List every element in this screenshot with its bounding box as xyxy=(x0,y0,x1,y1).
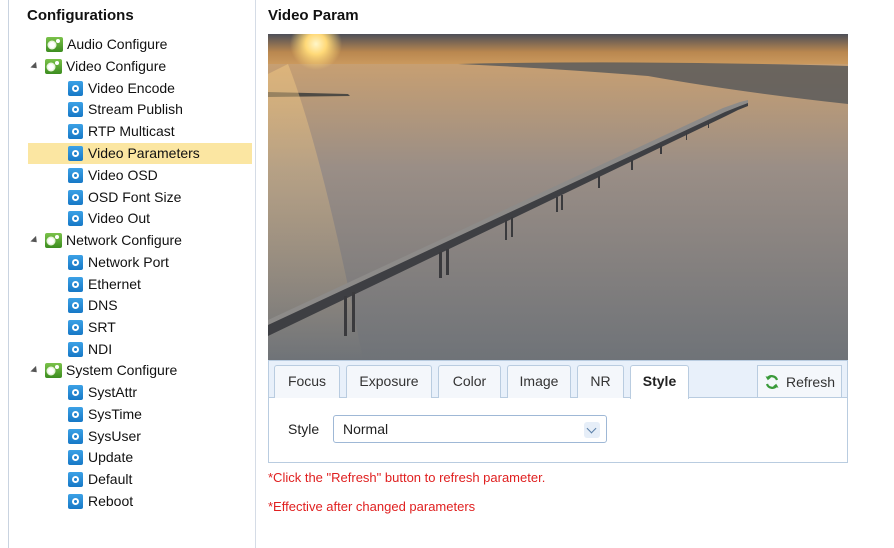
tree-item-label: Network Configure xyxy=(66,232,182,248)
refresh-label: Refresh xyxy=(785,373,836,390)
gear-icon xyxy=(68,255,83,270)
gear-icon xyxy=(68,124,83,139)
tree-item-label: Video Out xyxy=(88,210,151,226)
tree-item-systattr[interactable]: SystAttr xyxy=(68,382,137,403)
tree-item-systime[interactable]: SysTime xyxy=(68,404,142,425)
tree-item-label: Video Parameters xyxy=(88,145,200,161)
gear-group-icon xyxy=(45,363,62,378)
sidebar-title: Configurations xyxy=(27,7,134,24)
tree-item-video-configure[interactable]: Video Configure xyxy=(30,56,167,77)
tree-item-label: Reboot xyxy=(88,493,134,509)
gear-icon xyxy=(68,277,83,292)
config-sidebar: Configurations Audio Configure Video Con… xyxy=(9,0,255,548)
tree-item-label: Stream Publish xyxy=(88,101,183,117)
tree-item-video-out[interactable]: Video Out xyxy=(68,208,150,229)
tree-item-label: SRT xyxy=(88,319,116,335)
gear-group-icon xyxy=(45,59,62,74)
style-field-label: Style xyxy=(288,421,320,437)
gear-icon xyxy=(68,342,83,357)
gear-icon xyxy=(68,385,83,400)
gear-icon xyxy=(68,494,83,509)
tree-item-video-parameters[interactable]: Video Parameters xyxy=(28,143,252,164)
gear-icon xyxy=(68,429,83,444)
tree-item-label: SysTime xyxy=(88,406,142,422)
gear-icon xyxy=(68,407,83,422)
tree-item-sysuser[interactable]: SysUser xyxy=(68,426,141,447)
tab-nr[interactable]: NR xyxy=(577,365,624,398)
tree-item-audio-configure[interactable]: Audio Configure xyxy=(46,34,167,55)
tree-item-label: DNS xyxy=(88,297,118,313)
tab-style[interactable]: Style xyxy=(630,365,689,399)
tree-item-ethernet[interactable]: Ethernet xyxy=(68,274,141,295)
tree-item-label: Network Port xyxy=(88,254,169,270)
tab-exposure[interactable]: Exposure xyxy=(346,365,432,398)
chevron-down-icon[interactable] xyxy=(584,422,600,438)
tree-item-network-port[interactable]: Network Port xyxy=(68,252,169,273)
tree-item-dns[interactable]: DNS xyxy=(68,295,118,316)
gear-group-icon xyxy=(46,37,63,52)
param-tab-panel: Focus Exposure Color Image NR Style Refr… xyxy=(268,360,848,463)
refresh-icon xyxy=(765,374,779,389)
tree-item-label: OSD Font Size xyxy=(88,189,182,205)
style-select-value: Normal xyxy=(343,421,389,437)
tab-focus[interactable]: Focus xyxy=(274,365,340,398)
gear-icon xyxy=(68,190,83,205)
gear-icon xyxy=(68,102,83,117)
tree-item-system-configure[interactable]: System Configure xyxy=(30,360,178,381)
tree-item-osd-font-size[interactable]: OSD Font Size xyxy=(68,187,181,208)
tree-item-label: NDI xyxy=(88,341,113,357)
page-title: Video Param xyxy=(268,7,359,24)
tree-item-label: Video Configure xyxy=(66,58,167,74)
tree-item-label: SystAttr xyxy=(88,384,138,400)
gear-icon xyxy=(68,168,83,183)
tree-item-default[interactable]: Default xyxy=(68,469,132,490)
video-frame-image xyxy=(268,34,848,360)
tree-item-network-configure[interactable]: Network Configure xyxy=(30,230,182,251)
tree-item-label: Ethernet xyxy=(88,276,141,292)
tab-image[interactable]: Image xyxy=(507,365,571,398)
gear-icon xyxy=(68,146,83,161)
tree-item-stream-publish[interactable]: Stream Publish xyxy=(68,99,183,120)
tree-item-rtp-multicast[interactable]: RTP Multicast xyxy=(68,121,175,142)
refresh-hint-text: *Click the "Refresh" button to refresh p… xyxy=(268,470,546,485)
gear-icon xyxy=(68,211,83,226)
tree-item-update[interactable]: Update xyxy=(68,447,133,468)
tab-bar: Focus Exposure Color Image NR Style Refr… xyxy=(269,361,847,399)
sidebar-divider xyxy=(255,0,256,548)
gear-group-icon xyxy=(45,233,62,248)
tree-item-ndi[interactable]: NDI xyxy=(68,339,112,360)
tree-item-label: Video OSD xyxy=(88,167,158,183)
tree-item-label: Update xyxy=(88,449,134,465)
tree-item-srt[interactable]: SRT xyxy=(68,317,116,338)
expand-triangle-icon[interactable] xyxy=(30,61,40,72)
tab-color[interactable]: Color xyxy=(438,365,501,398)
tree-item-label: System Configure xyxy=(66,362,178,378)
tree-item-video-osd[interactable]: Video OSD xyxy=(68,165,158,186)
tree-item-label: Video Encode xyxy=(88,80,175,96)
style-select[interactable]: Normal xyxy=(333,415,607,443)
tree-item-label: Default xyxy=(88,471,133,487)
gear-icon xyxy=(68,298,83,313)
tree-item-label: Audio Configure xyxy=(67,36,168,52)
video-preview xyxy=(268,34,848,360)
gear-icon xyxy=(68,81,83,96)
refresh-button[interactable]: Refresh xyxy=(757,365,842,397)
gear-icon xyxy=(68,450,83,465)
gear-icon xyxy=(68,472,83,487)
expand-triangle-icon[interactable] xyxy=(30,365,40,376)
tree-item-reboot[interactable]: Reboot xyxy=(68,491,133,512)
tree-item-label: RTP Multicast xyxy=(88,123,175,139)
tree-item-label: SysUser xyxy=(88,428,141,444)
tree-item-video-encode[interactable]: Video Encode xyxy=(68,78,175,99)
expand-triangle-icon[interactable] xyxy=(30,235,40,246)
effective-hint-text: *Effective after changed parameters xyxy=(268,499,476,514)
gear-icon xyxy=(68,320,83,335)
